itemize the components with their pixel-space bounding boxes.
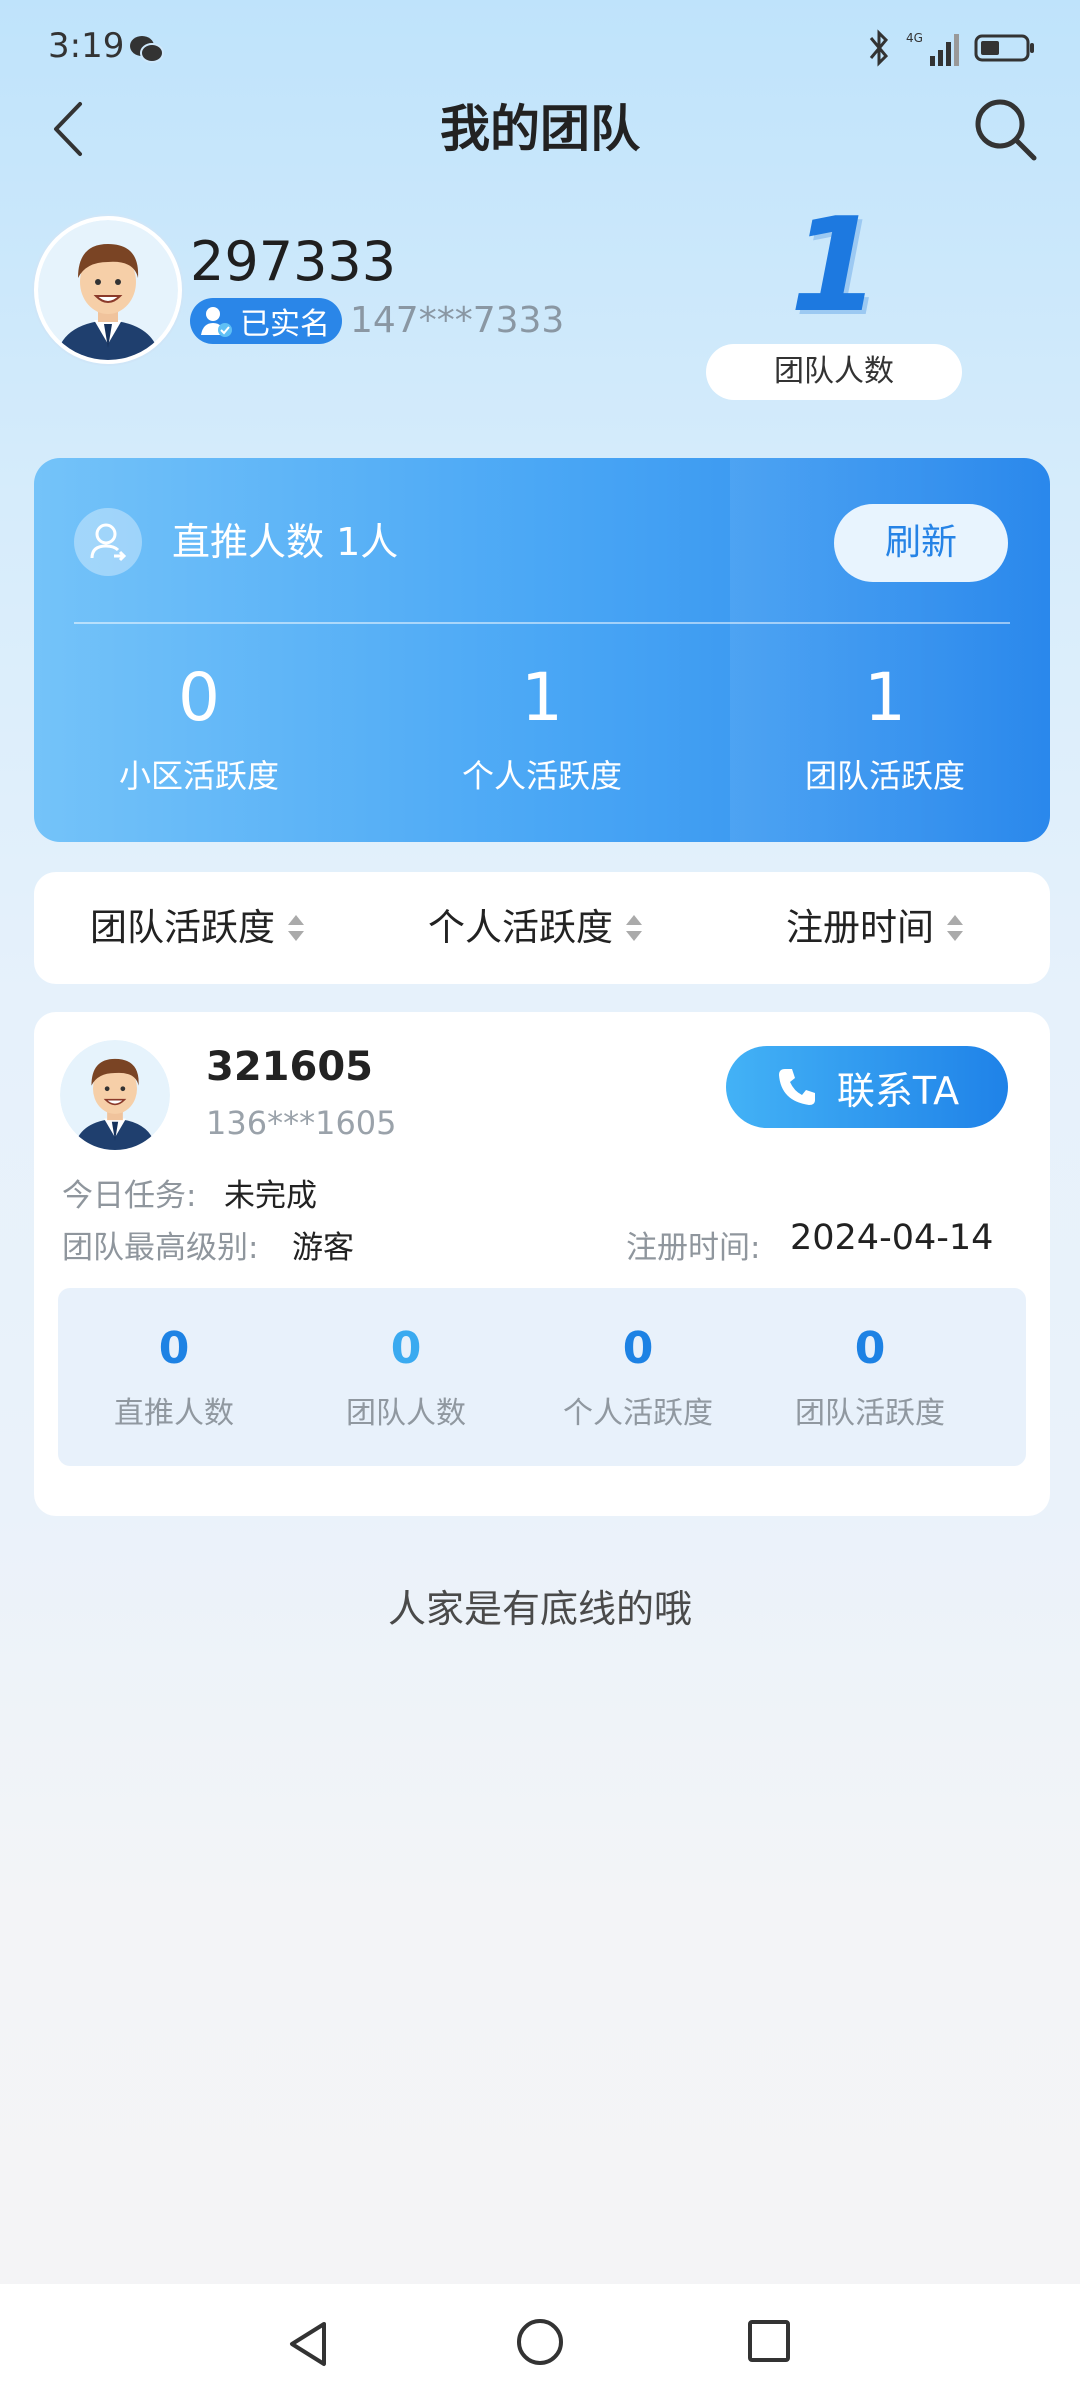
direct-referral-count: 直推人数 1人 [172,520,399,564]
search-icon[interactable] [972,96,1038,162]
stat-value: 1 [864,659,906,736]
level-label: 团队最高级别: [62,1230,259,1266]
stat-label: 团队人数 [346,1396,466,1431]
stat-community-activity: 0 小区活跃度 [34,658,364,800]
status-time: 3:19 [48,26,125,66]
register-time-label: 注册时间: [626,1230,761,1266]
member-stat-personal-activity: 0 个人活跃度 [522,1288,754,1434]
task-label: 今日任务: [62,1178,197,1214]
team-count: 1 [789,189,881,341]
stat-value: 0 [158,1323,190,1374]
sort-personal-activity[interactable]: 个人活跃度 [428,872,645,984]
bluetooth-icon [869,29,889,67]
member-id: 321605 [206,1044,373,1090]
end-of-list-note: 人家是有底线的哦 [387,1587,692,1631]
stat-label: 团队活跃度 [804,757,965,795]
sort-bar: 团队活跃度 个人活跃度 注册时间 [34,872,1050,984]
nav-recent-apps-icon[interactable] [746,2318,792,2364]
sort-team-activity[interactable]: 团队活跃度 [90,872,307,984]
member-stat-direct: 0 直推人数 [58,1288,290,1434]
stat-label: 直推人数 [114,1396,234,1431]
user-phone: 147***7333 [350,300,565,341]
contact-label: 联系TA [836,1068,960,1113]
member-stat-team-activity: 0 团队活跃度 [754,1288,986,1434]
member-stat-team: 0 团队人数 [290,1288,522,1434]
sort-register-time[interactable]: 注册时间 [786,872,966,984]
stat-value: 0 [178,659,220,736]
sort-arrows-icon [626,915,642,941]
wechat-icon [130,36,164,63]
divider [74,622,1010,624]
stat-label: 个人活跃度 [461,757,622,795]
contact-button[interactable]: 联系TA [726,1046,1008,1128]
stat-label: 小区活跃度 [118,757,279,795]
stat-value: 1 [521,659,563,736]
verified-user-icon [201,307,232,337]
level-value: 游客 [292,1230,354,1266]
stat-value: 0 [390,1323,422,1374]
page-title: 我的团队 [440,100,640,158]
stat-label: 团队活跃度 [795,1396,945,1431]
avatar-illustration-icon [60,1040,170,1150]
verified-badge: 已实名 [190,298,342,344]
sort-label: 个人活跃度 [428,906,613,949]
stat-label: 个人活跃度 [563,1396,713,1431]
member-phone: 136***1605 [206,1104,397,1142]
member-stats-panel: 0 直推人数 0 团队人数 0 个人活跃度 0 团队活跃度 [58,1288,1026,1466]
nav-home-icon[interactable] [514,2316,566,2368]
member-avatar[interactable] [60,1040,170,1150]
direct-referral-card: 直推人数 1人 刷新 0 小区活跃度 1 个人活跃度 1 团队活跃度 [34,458,1050,842]
sort-label: 团队活跃度 [90,906,275,949]
person-icon [74,508,142,576]
sort-arrows-icon [288,915,304,941]
battery-icon [974,34,1034,62]
register-time-value: 2024-04-14 [790,1218,994,1258]
verified-label: 已实名 [240,307,330,342]
stat-value: 0 [622,1323,654,1374]
nav-back-icon[interactable] [284,2318,332,2370]
stat-personal-activity: 1 个人活跃度 [377,658,707,800]
task-value: 未完成 [224,1178,317,1214]
network-label: 4G [906,31,923,45]
sort-label: 注册时间 [786,906,934,949]
stat-value: 0 [854,1323,886,1374]
stat-team-activity: 1 团队活跃度 [720,658,1050,800]
phone-icon [778,1069,815,1105]
user-id: 297333 [190,230,397,293]
team-count-label: 团队人数 [706,344,962,400]
sort-arrows-icon [947,915,963,941]
refresh-button[interactable]: 刷新 [834,504,1008,582]
signal-4g-icon: 4G [906,31,959,66]
avatar-illustration-icon [38,220,178,360]
user-avatar[interactable] [34,216,182,364]
